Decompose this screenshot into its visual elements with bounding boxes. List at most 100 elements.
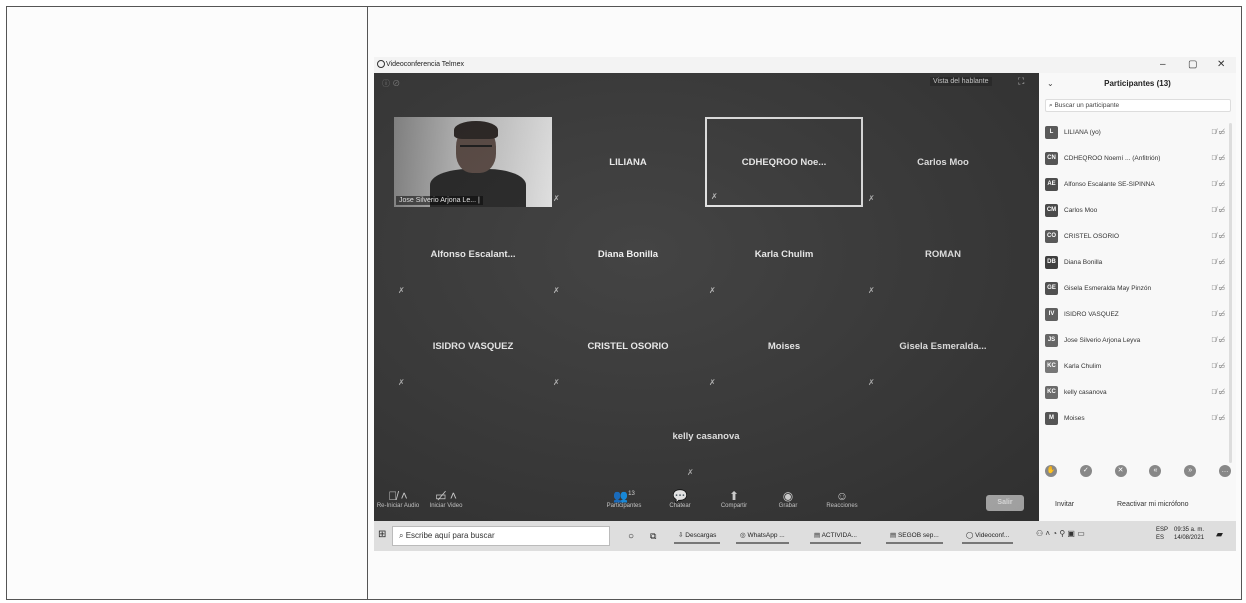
participant-row[interactable]: AE Alfonso Escalante SE-SIPINNA 🎙̸ ▭̸ (1045, 171, 1225, 197)
muted-mic-icon: 🎙̸ ▭̸ (1211, 207, 1225, 214)
participant-tile[interactable]: kelly casanova ✗ (627, 391, 785, 481)
search-icon: ⌕ (399, 531, 406, 540)
muted-mic-icon: ✗ (398, 286, 405, 295)
maximize-button[interactable]: ▢ (1188, 59, 1197, 70)
participant-row[interactable]: L LILIANA (yo) 🎙̸ ▭̸ (1045, 119, 1225, 145)
taskbar-app[interactable]: ▤ SEGOB sep... (886, 528, 943, 544)
participant-hair (454, 121, 498, 139)
video-tile[interactable]: Jose Silverio Arjona Le... | (394, 117, 552, 207)
window-title: Videoconferencia Telmex (386, 61, 464, 68)
audio-label: Re-Iniciar Audio (376, 503, 420, 509)
system-tray-icons[interactable]: ⚇ ˄ ◔ ⚲ ▣ ▭ (1036, 529, 1085, 538)
windows-start-icon[interactable]: ⊞ (378, 529, 386, 540)
document-frame: Videoconferencia Telmex – ▢ ✕ ⓘ ⊘ Vista … (6, 6, 1242, 600)
videoconf-icon: ◯ (966, 532, 976, 539)
empty-table-cell (7, 7, 367, 599)
tile-name: CDHEQROO Noe... (741, 156, 827, 168)
participant-tile[interactable]: Moises ✗ (705, 301, 863, 391)
muted-mic-icon: 🎙̸ ▭̸ (1211, 363, 1225, 370)
participants-button[interactable]: 👥13 Participantes (594, 489, 654, 509)
participant-row[interactable]: M Moises 🎙̸ ▭̸ (1045, 405, 1225, 431)
taskbar-app[interactable]: ⇩ Descargas (674, 528, 721, 544)
tile-name: CRISTEL OSORIO (587, 340, 669, 352)
clock-time: 09:35 a. m. (1174, 527, 1205, 533)
muted-mic-icon: 🎙̸ ▭̸ (1211, 129, 1225, 136)
taskbar-app-label: SEGOB sep... (897, 532, 939, 539)
avatar: KC (1045, 385, 1058, 399)
video-button[interactable]: ▭̸ ˄ Iniciar Video (416, 489, 476, 509)
muted-mic-icon: ✗ (868, 286, 875, 295)
close-button[interactable]: ✕ (1217, 59, 1225, 70)
meeting-info-icon[interactable]: ⓘ ⊘ (382, 78, 400, 89)
avatar: KC (1045, 359, 1058, 373)
tile-name: LILIANA (609, 156, 647, 168)
unmute-self-button[interactable]: Reactivar mi micrófono (1117, 501, 1189, 508)
scrollbar[interactable] (1229, 123, 1232, 463)
clock-date: 14/08/2021 (1174, 535, 1205, 541)
invite-button[interactable]: Invitar (1055, 501, 1074, 508)
participant-row[interactable]: CO CRISTEL OSORIO 🎙̸ ▭̸ (1045, 223, 1225, 249)
participant-row[interactable]: KC kelly casanova 🎙̸ ▭̸ (1045, 379, 1225, 405)
avatar: JS (1045, 333, 1058, 347)
participant-name: LILIANA (yo) (1064, 128, 1101, 136)
tile-name: Gisela Esmeralda... (899, 340, 987, 352)
record-button[interactable]: ◉ Grabar (758, 489, 818, 509)
participant-row[interactable]: CM Carlos Moo 🎙̸ ▭̸ (1045, 197, 1225, 223)
slower-icon[interactable]: « (1149, 465, 1162, 477)
taskbar-app-label: Descargas (685, 532, 717, 539)
faster-icon[interactable]: » (1184, 465, 1197, 477)
participant-tile[interactable]: LILIANA ✗ (549, 117, 707, 207)
clock[interactable]: 09:35 a. m. 14/08/2021 (1174, 526, 1204, 542)
reactions-button[interactable]: ☺ Reacciones (812, 489, 872, 509)
fullscreen-icon[interactable]: ⛶ (1018, 76, 1024, 87)
share-button[interactable]: ⬆ Compartir (704, 489, 764, 509)
participant-search-input[interactable]: ⌕ Buscar un participante (1045, 99, 1231, 112)
participant-row[interactable]: CN CDHEQROO Noemí ... (Anfitrión) 🎙̸ ▭̸ (1045, 145, 1225, 171)
participant-tile[interactable]: Diana Bonilla ✗ (549, 209, 707, 299)
participants-label: Participantes (606, 503, 642, 509)
minimize-button[interactable]: – (1160, 59, 1166, 70)
raise-hand-icon[interactable]: ✋ (1045, 465, 1057, 477)
participant-row[interactable]: JS Jose Silverio Arjona Leyva 🎙̸ ▭̸ (1045, 327, 1225, 353)
chat-button[interactable]: 💬 Chatear (650, 489, 710, 509)
cortana-icon[interactable]: ○ (624, 528, 638, 544)
taskbar-search-input[interactable]: ⌕ Escribe aquí para buscar (392, 526, 610, 546)
reactions-icon: ☺ (835, 489, 849, 503)
participant-row[interactable]: KC Karla Chulim 🎙̸ ▭̸ (1045, 353, 1225, 379)
participant-tile[interactable]: ROMAN ✗ (864, 209, 1022, 299)
participant-tile[interactable]: Carlos Moo ✗ (864, 117, 1022, 207)
participant-name: Moises (1064, 414, 1085, 422)
participant-tile-active-speaker[interactable]: CDHEQROO Noe... ✗ (705, 117, 863, 207)
language-code: ESP (1156, 527, 1169, 533)
participant-tile[interactable]: Karla Chulim ✗ (705, 209, 863, 299)
word-icon: ▤ (814, 532, 822, 539)
muted-mic-icon: ✗ (868, 378, 875, 387)
participant-tile[interactable]: Alfonso Escalant... ✗ (394, 209, 552, 299)
avatar: CM (1045, 203, 1058, 217)
task-view-icon[interactable]: ⧉ (646, 528, 660, 544)
participant-row[interactable]: GE Gisela Esmeralda May Pinzón 🎙̸ ▭̸ (1045, 275, 1225, 301)
participant-row[interactable]: DB Diana Bonilla 🎙̸ ▭̸ (1045, 249, 1225, 275)
participant-tile[interactable]: Gisela Esmeralda... ✗ (864, 301, 1022, 391)
share-icon: ⬆ (728, 489, 740, 503)
more-icon[interactable]: … (1218, 465, 1231, 477)
taskbar-app[interactable]: ▤ ACTIVIDA... (810, 528, 861, 544)
taskbar-app[interactable]: ◯ Videoconf... (962, 528, 1014, 544)
participant-tile[interactable]: ISIDRO VASQUEZ ✗ (394, 301, 552, 391)
taskbar-app[interactable]: ◎ WhatsApp ... (736, 528, 789, 544)
yes-icon[interactable]: ✓ (1079, 465, 1092, 477)
participant-tile[interactable]: CRISTEL OSORIO ✗ (549, 301, 707, 391)
leave-button[interactable]: Salir (986, 495, 1024, 511)
participant-name: Alfonso Escalante SE-SIPINNA (1064, 180, 1155, 188)
participant-row[interactable]: IV ISIDRO VASQUEZ 🎙̸ ▭̸ (1045, 301, 1225, 327)
speaker-view-button[interactable]: Vista del hablante (930, 77, 992, 86)
panel-title: Participantes (13) (1104, 79, 1171, 88)
tile-name: Karla Chulim (754, 248, 814, 260)
muted-mic-icon: 🎙̸ ▭̸ (1211, 285, 1225, 292)
participants-panel: ⌄ Participantes (13) ⌕ Buscar un partici… (1039, 73, 1236, 521)
muted-mic-icon: 🎙̸ ▭̸ (1211, 233, 1225, 240)
language-indicator[interactable]: ESP ES (1156, 526, 1168, 542)
avatar: IV (1045, 307, 1058, 321)
no-icon[interactable]: ✕ (1114, 465, 1127, 477)
notifications-icon[interactable]: ▰ (1216, 529, 1223, 540)
